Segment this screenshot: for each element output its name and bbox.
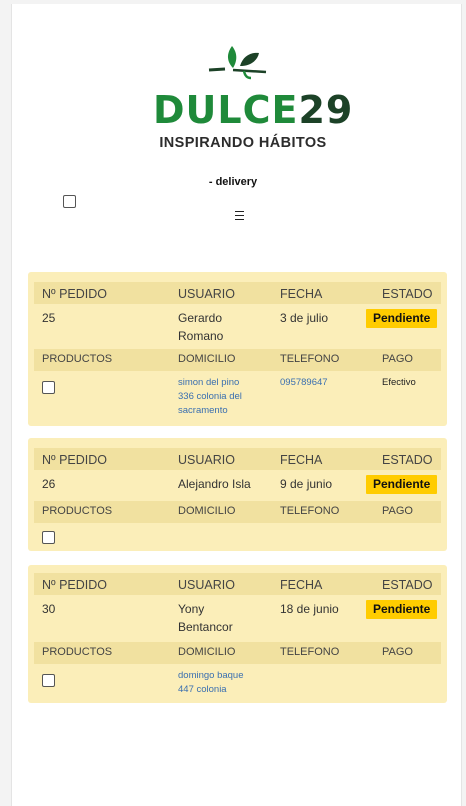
header-estado: ESTADO (382, 287, 433, 301)
header-fecha: FECHA (280, 453, 323, 467)
header-pedido: Nº PEDIDO (42, 453, 107, 467)
order-subheader-row: PRODUCTOS DOMICILIO TELEFONO PAGO (34, 642, 441, 664)
order-header-row: Nº PEDIDO USUARIO FECHA ESTADO (34, 448, 441, 470)
header-usuario: USUARIO (178, 578, 235, 592)
brand-name-part2: 29 (298, 88, 354, 132)
order-user-line1: Gerardo (178, 311, 223, 325)
header-estado: ESTADO (382, 453, 433, 467)
brand-name-part1: DULCE (153, 88, 299, 132)
order-payment: Efectivo (382, 377, 416, 388)
header-pago: PAGO (382, 505, 413, 517)
products-checkbox[interactable] (42, 674, 55, 687)
order-data-row: 26 Alejandro Isla 9 de junio Pendiente (34, 475, 441, 497)
order-number: 26 (42, 477, 56, 491)
header-fecha: FECHA (280, 578, 323, 592)
status-badge[interactable]: Pendiente (366, 600, 438, 619)
address-line3: sacramento (178, 405, 228, 416)
order-date: 18 de junio (280, 602, 339, 616)
brand-tagline: INSPIRANDO HÁBITOS (159, 135, 327, 151)
order-number: 25 (42, 311, 56, 325)
order-date: 9 de junio (280, 477, 333, 491)
order-phone[interactable]: 095789647 (280, 376, 328, 390)
brand-name: DULCE29 (153, 88, 352, 132)
address-line2: 336 colonia del (178, 391, 242, 402)
address-line1: simon del pino (178, 377, 240, 388)
header-domicilio: DOMICILIO (178, 646, 236, 658)
header-pedido: Nº PEDIDO (42, 287, 107, 301)
status-badge[interactable]: Pendiente (366, 475, 438, 494)
order-detail-row: domingo baque 447 colonia (34, 669, 441, 699)
header-usuario: USUARIO (178, 287, 235, 301)
order-address[interactable]: domingo baque 447 colonia (178, 669, 244, 697)
order-user: Yony Bentancor (178, 600, 233, 636)
header-pedido: Nº PEDIDO (42, 578, 107, 592)
header-domicilio: DOMICILIO (178, 505, 236, 517)
products-checkbox[interactable] (42, 381, 55, 394)
order-user: Gerardo Romano (178, 309, 223, 345)
order-date: 3 de julio (280, 311, 329, 325)
header-pago: PAGO (382, 646, 413, 658)
header-productos: PRODUCTOS (42, 505, 113, 517)
header-domicilio: DOMICILIO (178, 353, 236, 365)
order-number: 30 (42, 602, 56, 616)
order-data-row: 25 Gerardo Romano 3 de julio Pendiente (34, 309, 441, 345)
hamburger-icon[interactable] (235, 211, 244, 220)
page-subtitle: - delivery (208, 176, 258, 188)
header-productos: PRODUCTOS (42, 646, 113, 658)
header-usuario: USUARIO (178, 453, 235, 467)
status-badge[interactable]: Pendiente (366, 309, 438, 328)
order-subheader-row: PRODUCTOS DOMICILIO TELEFONO PAGO (34, 349, 441, 371)
leaf-icon (208, 46, 267, 80)
header-estado: ESTADO (382, 578, 433, 592)
brand-logo: DULCE29 INSPIRANDO HÁBITOS (153, 40, 352, 158)
order-address[interactable]: simon del pino 336 colonia del sacramento (178, 376, 242, 418)
order-detail-row (34, 528, 441, 548)
order-card: Nº PEDIDO USUARIO FECHA ESTADO 25 Gerard… (28, 272, 447, 426)
order-header-row: Nº PEDIDO USUARIO FECHA ESTADO (34, 282, 441, 304)
order-user-line2: Romano (178, 329, 224, 343)
products-checkbox[interactable] (42, 531, 55, 544)
order-detail-row: simon del pino 336 colonia del sacramento … (34, 376, 441, 422)
header-fecha: FECHA (280, 287, 323, 301)
header-telefono: TELEFONO (280, 353, 340, 365)
header-telefono: TELEFONO (280, 646, 340, 658)
address-line2: 447 colonia (178, 684, 227, 695)
order-header-row: Nº PEDIDO USUARIO FECHA ESTADO (34, 573, 441, 595)
order-user-line2: Bentancor (178, 620, 233, 634)
order-card: Nº PEDIDO USUARIO FECHA ESTADO 30 Yony Be… (28, 565, 447, 703)
order-user: Alejandro Isla (178, 477, 251, 491)
order-user-line1: Yony (178, 602, 205, 616)
header-pago: PAGO (382, 353, 413, 365)
order-data-row: 30 Yony Bentancor 18 de junio Pendiente (34, 600, 441, 636)
order-subheader-row: PRODUCTOS DOMICILIO TELEFONO PAGO (34, 501, 441, 523)
address-line1: domingo baque (178, 670, 244, 681)
header-telefono: TELEFONO (280, 505, 340, 517)
order-card: Nº PEDIDO USUARIO FECHA ESTADO 26 Alejan… (28, 438, 447, 551)
header-productos: PRODUCTOS (42, 353, 113, 365)
select-all-checkbox[interactable] (63, 195, 76, 208)
